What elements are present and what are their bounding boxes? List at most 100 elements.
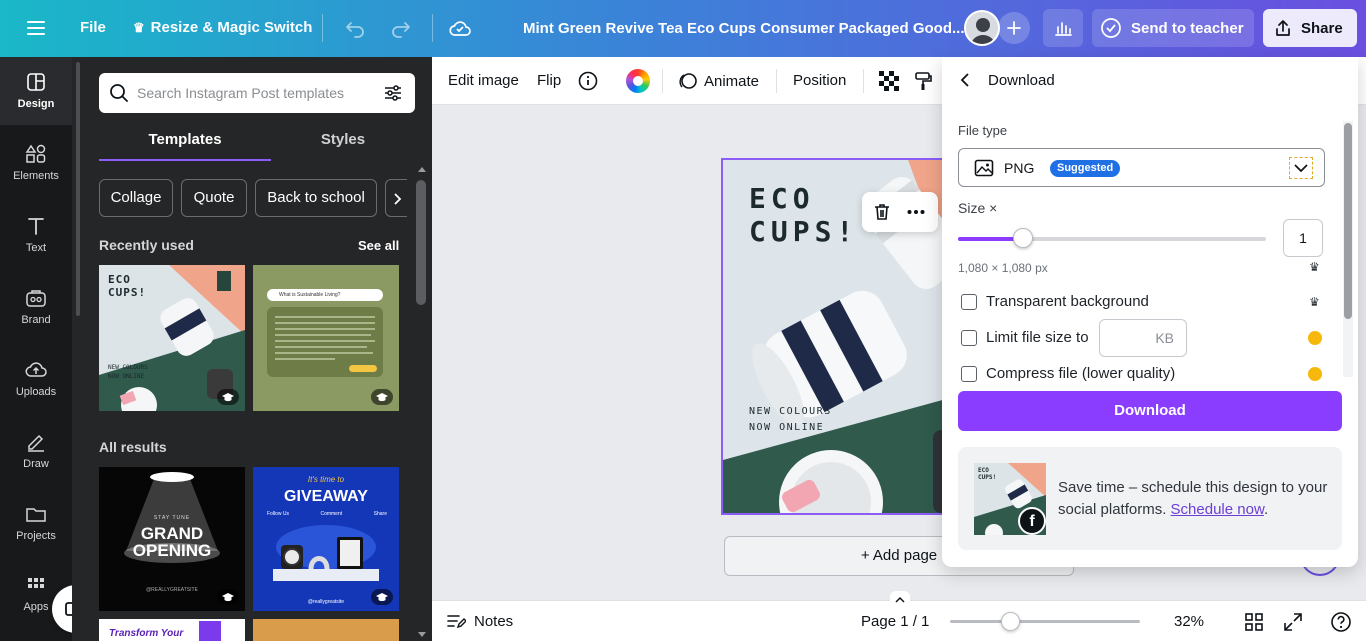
draw-icon [28,434,44,452]
rail-item-brand[interactable]: Brand [0,273,72,341]
size-slider-knob[interactable] [1012,228,1033,248]
transparency-button[interactable] [879,71,899,96]
rail-item-elements[interactable]: Elements [0,129,72,197]
tab-styles[interactable]: Styles [271,127,415,161]
education-badge [217,589,239,605]
all-results-heading: All results [99,439,167,455]
template-thumb-sustainable-living[interactable]: What is Sustainable Living? [253,265,399,411]
template-thumb-grand-opening[interactable]: STAY TUNE GRAND OPENING @REALLYGREATSITE [99,467,245,611]
search-box[interactable] [99,73,415,113]
compress-checkbox[interactable] [961,365,977,382]
transparent-label: Transparent background [986,293,1149,310]
rail-item-text[interactable]: Text [0,201,72,269]
resize-button[interactable]: ♛ Resize & Magic Switch [133,19,312,36]
zoom-slider[interactable] [950,612,1140,631]
promo-thumb-title: ECO CUPS! [978,467,997,481]
help-button[interactable] [1330,611,1352,638]
graduation-cap-icon [222,393,234,402]
animate-button[interactable]: Animate [678,71,759,91]
plus-icon [1007,21,1021,35]
size-input[interactable]: 1 [1283,219,1323,257]
design-title[interactable]: ECO CUPS! [749,182,858,248]
rail-item-draw[interactable]: Draw [0,417,72,485]
scroll-down-arrow[interactable] [418,632,426,637]
chevron-up-icon [895,596,905,603]
avatar[interactable] [964,10,1000,46]
cloud-check-icon [449,21,471,36]
file-size-input[interactable]: KB [1099,319,1187,357]
grid-view-button[interactable] [1244,612,1264,637]
zoom-level[interactable]: 32% [1174,613,1204,630]
rail-item-design[interactable]: Design [0,57,72,125]
transparent-option[interactable]: Transparent background [961,293,1149,310]
options-scrollbar-thumb[interactable] [1344,123,1352,319]
add-collaborator-button[interactable] [998,12,1030,44]
fullscreen-button[interactable] [1283,612,1303,637]
more-options-button[interactable] [906,202,926,227]
undo-button[interactable] [344,17,366,39]
tab-templates[interactable]: Templates [99,127,271,161]
rail-scrollbar[interactable] [76,62,80,316]
flip-button[interactable]: Flip [537,72,561,89]
dropdown-toggle[interactable] [1289,157,1313,179]
chevron-left-icon [960,73,969,87]
chip-back-to-school[interactable]: Back to school [255,179,377,217]
chip-collage[interactable]: Collage [99,179,173,217]
divider [322,14,323,42]
notes-button[interactable]: Notes [446,612,513,630]
copy-style-button[interactable] [914,71,934,96]
filter-icon[interactable] [383,83,403,103]
template-thumb-giveaway[interactable]: It's time to GIVEAWAY Follow Us Comment … [253,467,399,611]
rail-item-projects[interactable]: Projects [0,489,72,557]
file-menu[interactable]: File [80,19,106,36]
delete-button[interactable] [872,202,892,227]
animate-icon [679,73,697,89]
options-scrollbar[interactable] [1343,121,1353,377]
crown-icon: ♛ [1309,260,1320,274]
transparent-checkbox[interactable] [961,293,977,310]
see-all-link[interactable]: See all [358,238,399,253]
premium-coin-icon [1308,331,1322,345]
scroll-up-arrow[interactable] [418,167,426,172]
limit-size-option[interactable]: Limit file size to [961,329,1089,346]
insights-button[interactable] [1043,9,1083,47]
template-thumb-orange[interactable] [253,619,399,641]
menu-button[interactable] [26,18,46,38]
schedule-now-link[interactable]: Schedule now [1171,501,1264,518]
template-thumb-eco-cups[interactable]: ECO CUPS! NEW COLOURS NOW ONLINE [99,265,245,411]
document-title[interactable]: Mint Green Revive Tea Eco Cups Consumer … [523,20,965,37]
page-indicator[interactable]: Page 1 / 1 [861,613,929,630]
chip-quote[interactable]: Quote [181,179,247,217]
template-thumb-transform[interactable]: Transform Your [99,619,245,641]
panel-scrollbar[interactable] [416,180,426,305]
save-status-button[interactable] [448,17,472,39]
position-button[interactable]: Position [793,72,846,89]
suggested-badge: Suggested [1050,160,1121,177]
animate-label: Animate [704,72,760,90]
download-title: Download [988,72,1055,89]
step-share: Share [373,511,387,517]
download-button[interactable]: Download [958,391,1342,431]
education-badge [371,389,393,405]
limit-size-checkbox[interactable] [961,329,977,346]
design-subtitle[interactable]: NEW COLOURS NOW ONLINE [749,404,832,436]
show-pages-button[interactable] [890,591,910,603]
rail-item-uploads[interactable]: Uploads [0,345,72,413]
edit-image-button[interactable]: Edit image [448,72,519,89]
compress-option[interactable]: Compress file (lower quality) [961,365,1175,382]
search-input[interactable] [137,85,367,101]
bottom-bar: Notes Page 1 / 1 32% [432,591,1366,641]
size-slider[interactable] [958,228,1266,248]
rail-label: Draw [23,458,49,470]
redo-button[interactable] [390,17,412,39]
file-type-select[interactable]: PNG Suggested [958,148,1325,187]
chips-next-button[interactable] [385,179,407,217]
send-to-teacher-button[interactable]: Send to teacher [1092,9,1254,47]
color-picker-button[interactable] [626,69,650,93]
zoom-slider-knob[interactable] [1000,612,1020,631]
back-button[interactable] [958,71,974,94]
notes-label: Notes [474,612,514,630]
share-button[interactable]: Share [1263,9,1357,47]
info-button[interactable] [578,71,598,96]
dimensions-text: 1,080 × 1,080 px [958,261,1048,275]
